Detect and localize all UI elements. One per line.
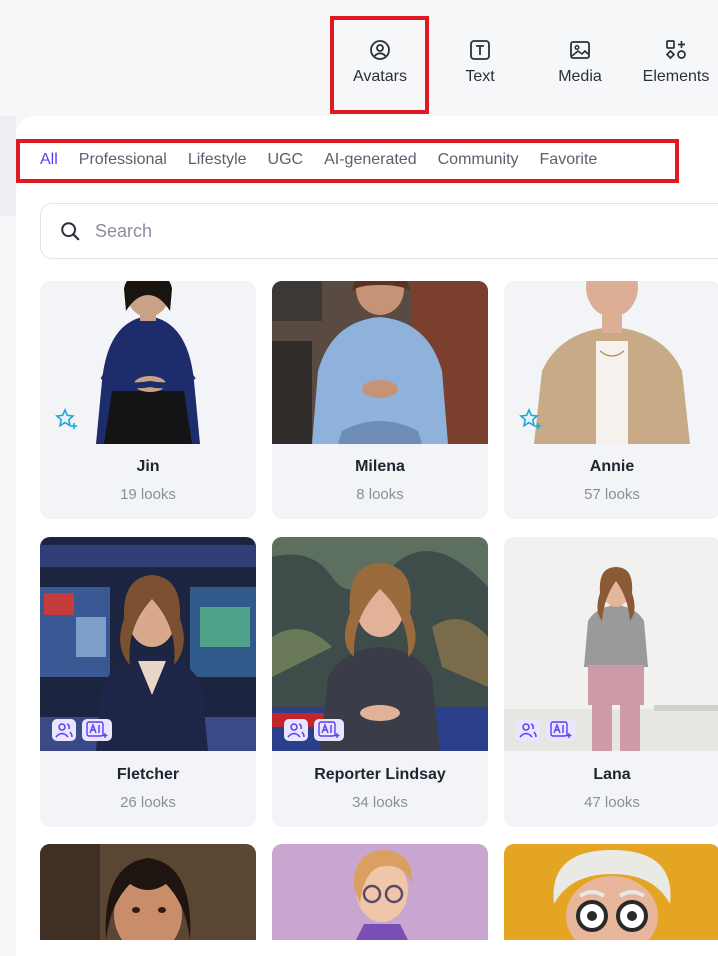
users-icon (519, 723, 537, 738)
toolbar-media-button[interactable]: Media (535, 30, 625, 100)
toolbar-text-button[interactable]: Text (435, 30, 525, 100)
avatar-name: Fletcher (116, 766, 180, 783)
avatar-card-annie[interactable]: Annie 57 looks (504, 281, 718, 519)
multi-look-badge (52, 719, 76, 741)
avatar-looks-count: 8 looks (356, 486, 404, 503)
ai-icon (318, 721, 340, 738)
text-icon (470, 40, 490, 60)
avatar-card-row3-1[interactable] (40, 844, 256, 940)
avatar-thumbnail (40, 844, 256, 940)
avatar-card-fletcher[interactable]: Fletcher 26 looks (40, 537, 256, 827)
avatar-looks-count: 57 looks (584, 486, 640, 503)
toolbar-elements-label: Elements (642, 68, 710, 85)
avatar-card-row3-2[interactable] (272, 844, 488, 940)
search-input[interactable] (93, 219, 597, 243)
avatar-name: Annie (589, 458, 635, 475)
avatar-thumbnail (40, 281, 256, 444)
premium-star-icon (55, 408, 77, 429)
avatar-name: Jin (136, 458, 160, 475)
avatar-thumbnail (504, 281, 718, 444)
ai-generated-badge (82, 719, 112, 741)
ai-generated-badge (314, 719, 344, 741)
multi-look-badge (516, 719, 540, 741)
avatar-card-row3-3[interactable] (504, 844, 718, 940)
ai-icon (86, 721, 108, 738)
avatar-thumbnail (272, 281, 488, 444)
filters-highlight-box (16, 139, 679, 183)
media-icon (570, 41, 590, 59)
avatar-card-milena[interactable]: Milena 8 looks (272, 281, 488, 519)
avatar-name: Reporter Lindsay (314, 766, 446, 783)
toolbar-elements-button[interactable]: Elements (636, 30, 716, 100)
avatar-looks-count: 19 looks (120, 486, 176, 503)
avatar-name: Lana (593, 766, 631, 783)
toolbar-media-label: Media (558, 68, 602, 85)
users-icon (55, 723, 73, 738)
avatar-card-jin[interactable]: Jin 19 looks (40, 281, 256, 519)
multi-look-badge (284, 719, 308, 741)
ai-icon (550, 721, 572, 738)
avatars-highlight-box (330, 16, 429, 114)
premium-star-icon (519, 408, 541, 429)
avatar-thumbnail (40, 537, 256, 751)
avatar-thumbnail (504, 844, 718, 940)
left-edge-strip (0, 116, 16, 216)
toolbar-text-label: Text (465, 68, 495, 85)
avatar-looks-count: 34 looks (352, 794, 408, 811)
avatar-thumbnail (272, 844, 488, 940)
search-icon (61, 222, 80, 241)
avatar-card-reporter-lindsay[interactable]: Reporter Lindsay 34 looks (272, 537, 488, 827)
avatar-thumbnail (504, 537, 718, 751)
avatar-looks-count: 26 looks (120, 794, 176, 811)
avatar-looks-count: 47 looks (584, 794, 640, 811)
avatar-card-lana[interactable]: Lana 47 looks (504, 537, 718, 827)
avatar-name: Milena (355, 458, 405, 475)
ai-generated-badge (546, 719, 576, 741)
elements-icon (665, 40, 686, 60)
avatar-thumbnail (272, 537, 488, 751)
users-icon (287, 723, 305, 738)
search-box (40, 203, 718, 259)
